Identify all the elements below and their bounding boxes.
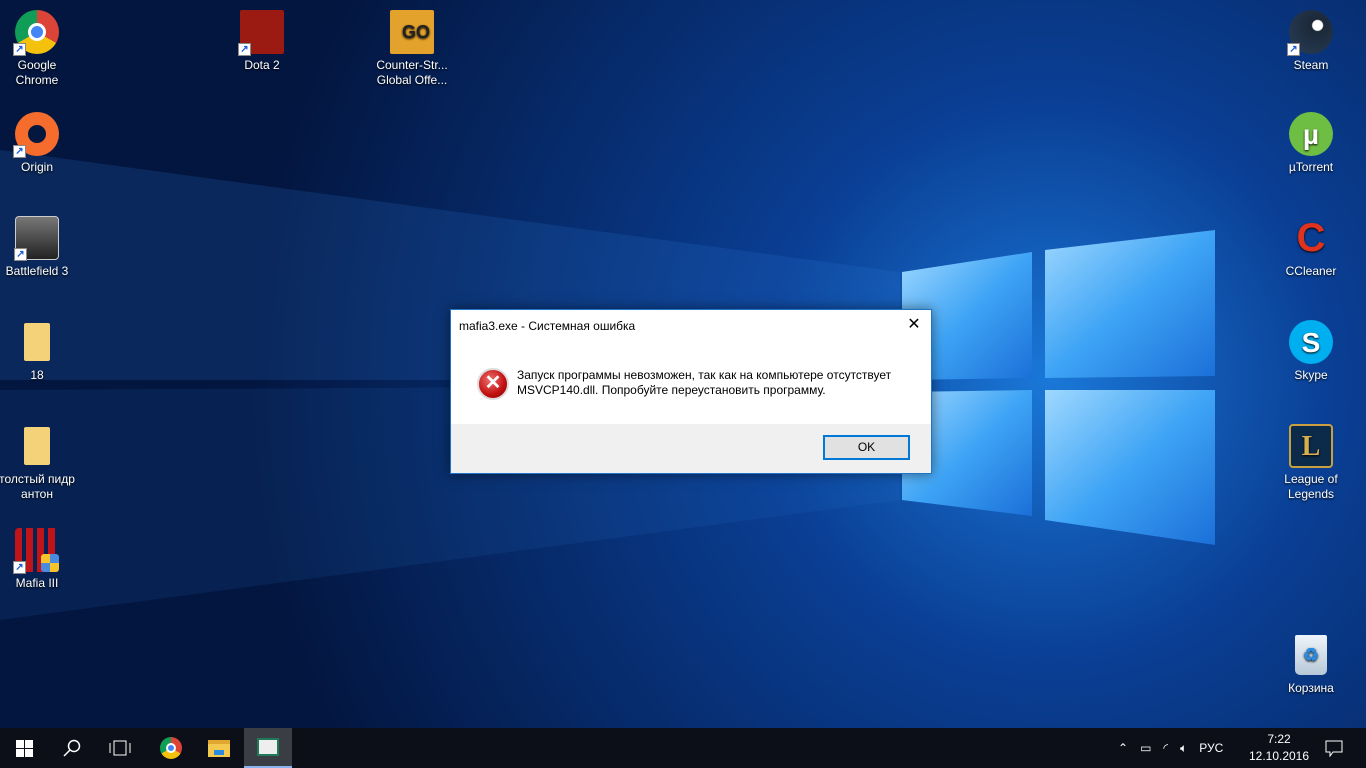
desktop-icon-chrome[interactable]: ↗ Google Chrome (0, 10, 77, 88)
app-window-icon (257, 738, 279, 756)
desktop-icon-folder-18[interactable]: 18 (0, 320, 77, 383)
battery-icon[interactable]: ▭ (1140, 741, 1151, 755)
search-icon (63, 739, 81, 757)
mafia-icon: ↗ (13, 528, 59, 574)
desktop-icon-origin[interactable]: ↗ Origin (0, 112, 77, 175)
taskbar-chrome[interactable] (147, 728, 195, 768)
lol-icon: L (1289, 424, 1333, 468)
dota-icon: ↗ (238, 10, 284, 56)
desktop-icon-mafia3[interactable]: ↗ Mafia III (0, 528, 77, 591)
error-icon: ✕ (477, 368, 509, 400)
language-indicator[interactable]: РУС (1199, 741, 1223, 755)
task-view-icon (109, 740, 131, 756)
icon-label: Counter-Str... Global Offe... (376, 58, 448, 87)
dialog-title: mafia3.exe - Системная ошибка (459, 319, 636, 333)
icon-label: толстый пидр антон (0, 472, 75, 501)
desktop-icon-steam[interactable]: ↗ Steam (1271, 10, 1351, 73)
ccleaner-icon: C (1296, 215, 1326, 260)
utorrent-icon: µ (1289, 112, 1333, 156)
icon-label: Google Chrome (15, 58, 59, 87)
icon-label: Steam (1293, 58, 1329, 72)
show-hidden-icons-button[interactable]: ⌃ (1118, 741, 1128, 755)
icon-label: CCleaner (1285, 264, 1337, 278)
clock-time: 7:22 (1267, 732, 1291, 746)
chrome-icon: ↗ (13, 10, 59, 56)
desktop-icon-dota2[interactable]: ↗ Dota 2 (222, 10, 302, 73)
folder-icon (15, 320, 59, 364)
clock[interactable]: 7:22 12.10.2016 (1248, 728, 1310, 768)
message-line: Запуск программы невозможен, так как на … (517, 368, 892, 382)
battlefield-icon: ↗ (14, 216, 59, 261)
wifi-icon[interactable]: ◜ (1163, 741, 1168, 755)
desktop-icon-ccleaner[interactable]: C CCleaner (1271, 216, 1351, 279)
desktop-icon-recycle-bin[interactable]: ♻ Корзина (1271, 633, 1351, 696)
taskbar: ⌃ ▭ ◜ 🔈︎ РУС 7:22 12.10.2016 (0, 728, 1366, 768)
error-dialog: mafia3.exe - Системная ошибка ✕ ✕ Запуск… (450, 309, 932, 474)
search-button[interactable] (48, 728, 96, 768)
start-button[interactable] (0, 728, 48, 768)
taskbar-file-explorer[interactable] (195, 728, 243, 768)
dialog-footer: OK (451, 424, 931, 473)
icon-label: Корзина (1288, 681, 1334, 695)
windows-icon (15, 739, 33, 757)
desktop-icon-lol[interactable]: L League of Legends (1271, 424, 1351, 502)
desktop-icon-utorrent[interactable]: µ µTorrent (1271, 112, 1351, 175)
desktop-icon-folder-anton[interactable]: толстый пидр антон (0, 424, 77, 502)
clock-date: 12.10.2016 (1248, 749, 1310, 763)
icon-label: Dota 2 (244, 58, 280, 72)
action-center-button[interactable] (1310, 728, 1358, 768)
taskbar-active-app[interactable] (244, 728, 292, 768)
icon-label: Battlefield 3 (5, 264, 69, 278)
steam-icon: ↗ (1287, 10, 1333, 56)
origin-icon: ↗ (13, 112, 59, 158)
icon-label: 18 (30, 368, 44, 382)
recycle-bin-icon: ♻ (1289, 633, 1333, 677)
desktop-icon-csgo[interactable]: GO Counter-Str... Global Offe... (372, 10, 452, 88)
folder-icon (15, 424, 59, 468)
dialog-message: Запуск программы невозможен, так как на … (517, 368, 891, 398)
close-button[interactable]: ✕ (897, 310, 931, 340)
message-line: MSVCP140.dll. Попробуйте переустановить … (517, 383, 826, 397)
ok-button[interactable]: OK (823, 435, 910, 460)
notification-icon (1325, 740, 1343, 757)
desktop-icon-battlefield3[interactable]: ↗ Battlefield 3 (0, 216, 77, 279)
icon-label: Mafia III (15, 576, 59, 590)
folder-icon (208, 739, 230, 757)
chrome-icon (160, 737, 182, 759)
icon-label: Skype (1294, 368, 1328, 382)
skype-icon: S (1289, 320, 1333, 364)
icon-label: µTorrent (1288, 160, 1334, 174)
icon-label: Origin (20, 160, 53, 174)
csgo-icon: GO (390, 10, 434, 54)
volume-icon[interactable]: 🔈︎ (1180, 741, 1187, 756)
desktop-icon-skype[interactable]: S Skype (1271, 320, 1351, 383)
task-view-button[interactable] (96, 728, 144, 768)
icon-label: League of Legends (1284, 472, 1338, 501)
